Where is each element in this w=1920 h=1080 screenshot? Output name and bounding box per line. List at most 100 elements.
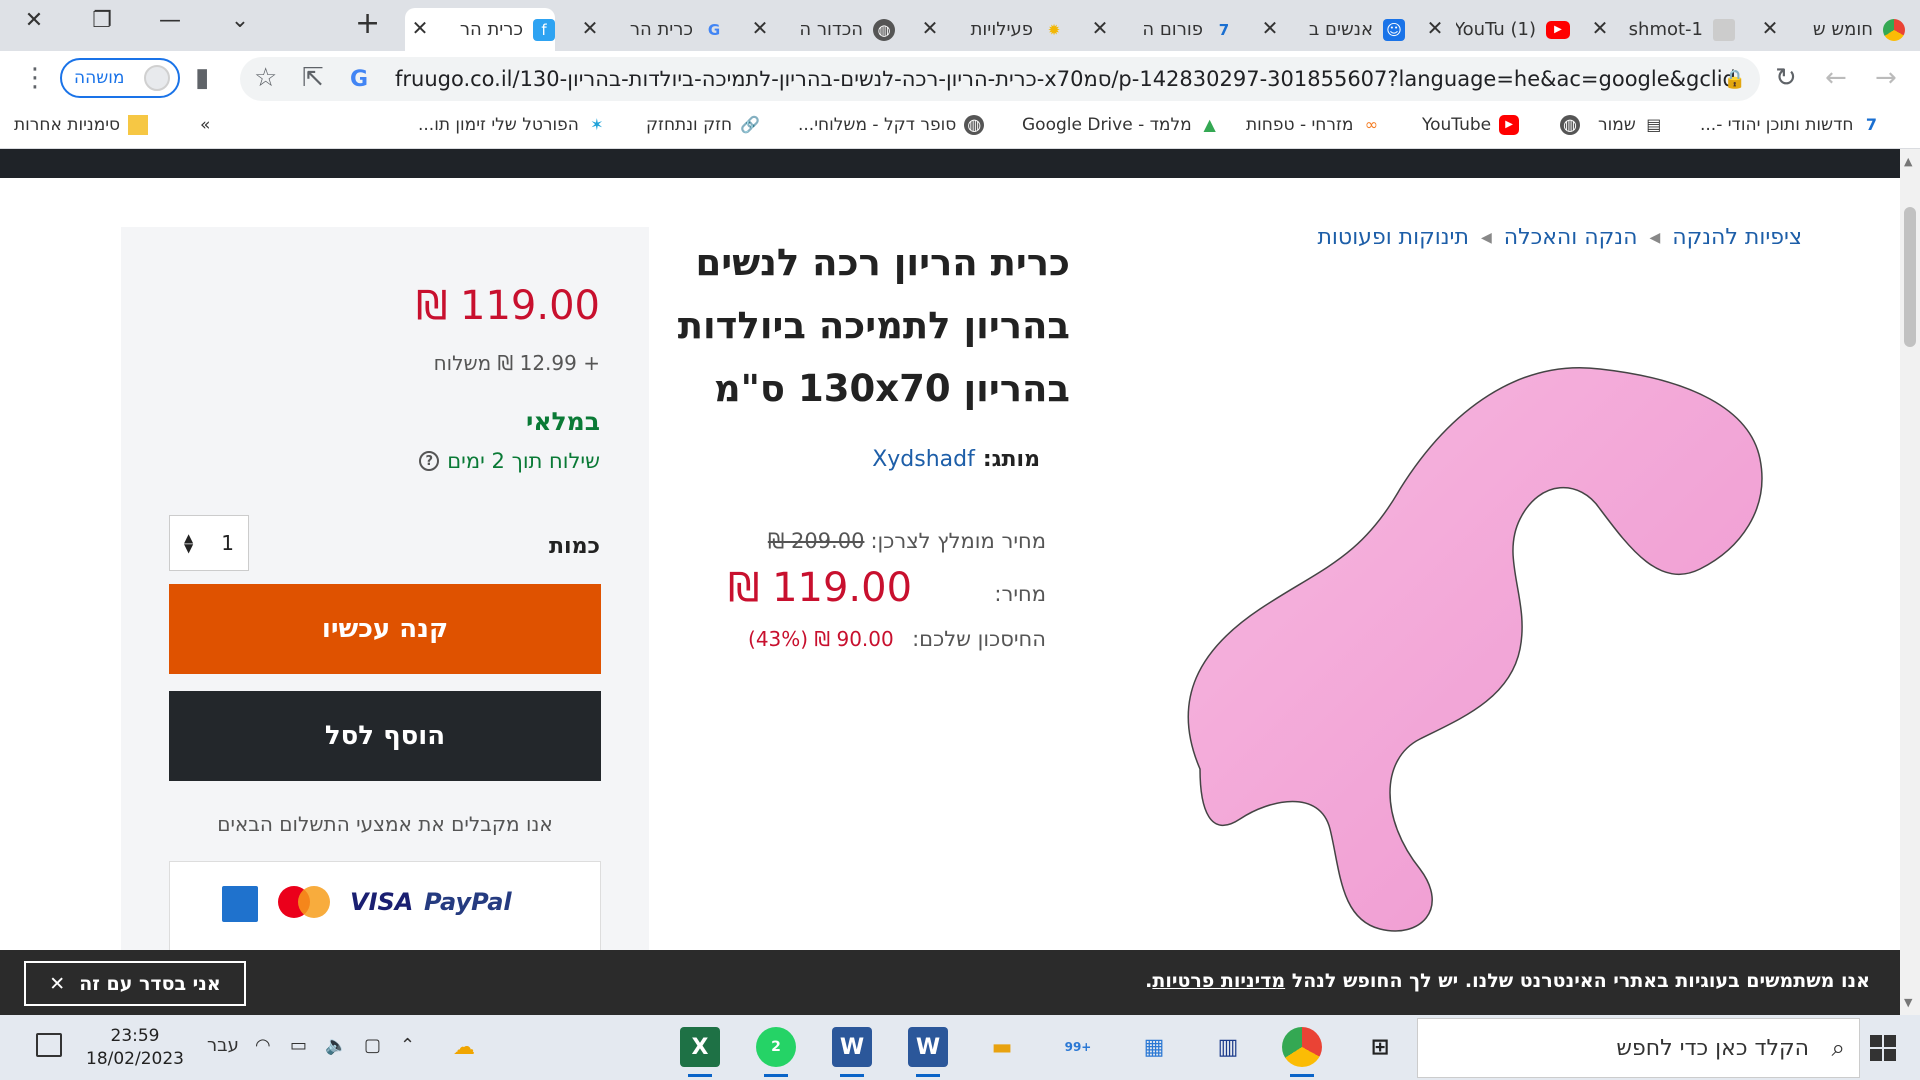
- search-icon: ⌕: [1831, 1034, 1845, 1062]
- address-bar[interactable]: ☆ ⇱ G fruugo.co.il/130-כרית-הריון-רכה-לנ…: [240, 57, 1760, 101]
- bookmark-label: YouTube: [1422, 115, 1492, 135]
- side-panel-icon[interactable]: ▮: [195, 63, 209, 93]
- close-window-button[interactable]: ✕: [14, 8, 54, 33]
- file-explorer-icon[interactable]: ▬: [982, 1027, 1022, 1067]
- site-header-band: [0, 149, 1900, 178]
- stepper-arrows-icon[interactable]: ▲ ▼: [184, 532, 193, 554]
- breadcrumb-item[interactable]: ציפיות להנקה: [1672, 225, 1802, 250]
- restore-window-button[interactable]: ❐: [82, 8, 122, 33]
- tab-forum[interactable]: ✕ 7 פורום ה: [1085, 8, 1235, 51]
- bookmark-portal[interactable]: ✶ הפורטל שלי זימון תו...: [418, 115, 607, 135]
- task-view-icon[interactable]: ⊞: [1360, 1027, 1400, 1067]
- notifications-icon[interactable]: [36, 1033, 62, 1057]
- page-scrollbar[interactable]: ▲ ▼: [1900, 149, 1920, 1015]
- menu-kebab-icon[interactable]: ⋮: [22, 63, 48, 93]
- word-taskbar-icon-2[interactable]: W: [832, 1027, 872, 1077]
- bookmark-label: שמור: [1598, 115, 1636, 135]
- excel-taskbar-icon[interactable]: X: [680, 1027, 720, 1077]
- close-tab-icon[interactable]: ✕: [917, 16, 943, 40]
- quantity-stepper[interactable]: ▲ ▼ 1: [169, 515, 249, 571]
- whatsapp-taskbar-icon[interactable]: 2: [756, 1027, 796, 1077]
- minimize-window-button[interactable]: —: [150, 8, 190, 33]
- price-label: מחיר:: [994, 582, 1046, 606]
- scrollbar-thumb[interactable]: [1904, 207, 1916, 347]
- meet-now-icon[interactable]: ▢: [364, 1035, 381, 1056]
- browser-toolbar: ⋮ מושהה ▮ ☆ ⇱ G fruugo.co.il/130-כרית-הר…: [0, 51, 1920, 107]
- taskbar-clock[interactable]: 23:59 18/02/2023: [80, 1025, 190, 1071]
- back-icon[interactable]: →: [1875, 63, 1897, 93]
- scroll-up-icon[interactable]: ▲: [1904, 155, 1912, 168]
- more-bookmarks-button[interactable]: »: [200, 115, 210, 135]
- tab-contacts[interactable]: ✕ ☺ אנשים ב: [1255, 8, 1405, 51]
- bookmark-chazak[interactable]: 🔗 חזק ונתחזק: [646, 115, 760, 135]
- reload-icon[interactable]: ↻: [1775, 63, 1797, 93]
- tab-globe[interactable]: ✕ ◍ הכדור ה: [745, 8, 895, 51]
- brand-link[interactable]: Xydshadf: [872, 447, 975, 472]
- help-icon[interactable]: ?: [419, 451, 440, 471]
- bookmark-super-dekel[interactable]: ◍ סופר דקל - משלוחי...: [798, 115, 985, 135]
- close-tab-icon[interactable]: ✕: [407, 16, 433, 40]
- close-icon: ✕: [49, 972, 66, 995]
- bookmark-star-icon[interactable]: ☆: [254, 63, 277, 93]
- tab-title: כרית הר: [459, 19, 523, 40]
- word-taskbar-icon[interactable]: W: [908, 1027, 948, 1077]
- close-tab-icon[interactable]: ✕: [1087, 16, 1113, 40]
- tab-activities[interactable]: ✕ ✹ פעילויות: [915, 8, 1065, 51]
- tab-fruugo[interactable]: ✕ f כרית הר: [405, 8, 555, 51]
- bookmark-youtube[interactable]: ▶ YouTube: [1422, 115, 1520, 135]
- windows-start-icon[interactable]: [1870, 1035, 1896, 1061]
- profile-label: מושהה: [74, 68, 125, 88]
- scroll-down-icon[interactable]: ▼: [1904, 996, 1912, 1009]
- chevron-up-icon[interactable]: ⌃: [400, 1035, 415, 1056]
- lock-icon[interactable]: 🔒: [1724, 69, 1746, 90]
- bookmark-news[interactable]: 7 חדשות ותוכן יהודי -...: [1700, 115, 1881, 135]
- buy-now-button[interactable]: קנה עכשיו: [169, 584, 601, 674]
- add-to-cart-button[interactable]: הוסף לסל: [169, 691, 601, 781]
- url-text[interactable]: fruugo.co.il/130-כרית-הריון-רכה-לנשים-בה…: [395, 67, 1735, 91]
- weather-icon[interactable]: ☁: [444, 1027, 484, 1067]
- close-tab-icon[interactable]: ✕: [1587, 16, 1613, 40]
- quantity-value[interactable]: 1: [221, 531, 234, 555]
- cookie-accept-label: אני בסדר עם זה: [79, 972, 221, 995]
- close-tab-icon[interactable]: ✕: [1757, 16, 1783, 40]
- reader-taskbar-icon[interactable]: ▥: [1208, 1027, 1248, 1067]
- breadcrumb-item[interactable]: תינוקות ופעוטות: [1317, 225, 1468, 250]
- profile-button[interactable]: מושהה: [60, 58, 180, 98]
- tab-search-button[interactable]: ⌄: [220, 8, 260, 33]
- chevron-left-icon: ◀: [1649, 229, 1661, 246]
- close-tab-icon[interactable]: ✕: [1257, 16, 1283, 40]
- forward-icon[interactable]: ←: [1825, 63, 1847, 93]
- taskbar-search-input[interactable]: ⌕ הקלד כאן כדי לחפש: [1417, 1018, 1860, 1078]
- bookmark-mizrahi[interactable]: ∞ מזרחי - טפחות: [1246, 115, 1381, 135]
- language-indicator[interactable]: עבר: [207, 1035, 239, 1056]
- privacy-policy-link[interactable]: מדיניות פרטיות: [1152, 970, 1285, 992]
- windows-taskbar: ⌕ הקלד כאן כדי לחפש ⊞ ▥ ▦ 99+ ▬ W W 2 X …: [0, 1015, 1920, 1080]
- close-tab-icon[interactable]: ✕: [747, 16, 773, 40]
- tab-title: פעילויות: [970, 19, 1033, 40]
- tab-youtube[interactable]: ✕ ▶ (1) YouTu: [1420, 8, 1570, 51]
- other-bookmarks[interactable]: סימניות אחרות: [14, 115, 149, 135]
- tab-title: הכדור ה: [799, 19, 863, 40]
- tab-title: (1) YouTu: [1456, 19, 1536, 40]
- clock-date: 18/02/2023: [86, 1049, 184, 1069]
- bookmark-drive[interactable]: ▲ מלמד - Google Drive: [1022, 115, 1220, 135]
- cookie-accept-button[interactable]: אני בסדר עם זה ✕: [24, 961, 246, 1006]
- close-tab-icon[interactable]: ✕: [577, 16, 603, 40]
- chrome-taskbar-icon[interactable]: [1282, 1027, 1322, 1077]
- wifi-icon[interactable]: ◠: [255, 1035, 271, 1056]
- mail-taskbar-icon[interactable]: 99+: [1058, 1027, 1098, 1067]
- product-image[interactable]: [1160, 349, 1800, 949]
- share-icon[interactable]: ⇱: [302, 63, 324, 93]
- close-tab-icon[interactable]: ✕: [1422, 16, 1448, 40]
- battery-icon[interactable]: ▭: [290, 1035, 307, 1056]
- breadcrumb-item[interactable]: הנקה והאכלה: [1504, 225, 1638, 250]
- bookmark-shamur[interactable]: ▤ שמור: [1598, 115, 1664, 135]
- bookmark-globe[interactable]: ◍: [1552, 115, 1580, 135]
- tab-shmot[interactable]: ✕ shmot-1: [1585, 8, 1735, 51]
- store-taskbar-icon[interactable]: ▦: [1134, 1027, 1174, 1067]
- tab-google[interactable]: ✕ G כרית הר: [575, 8, 725, 51]
- tab-chumash[interactable]: ✕ חומש ש: [1755, 8, 1905, 51]
- volume-icon[interactable]: 🔈: [325, 1035, 347, 1056]
- bookmark-label: הפורטל שלי זימון תו...: [418, 115, 579, 135]
- new-tab-button[interactable]: +: [355, 6, 380, 41]
